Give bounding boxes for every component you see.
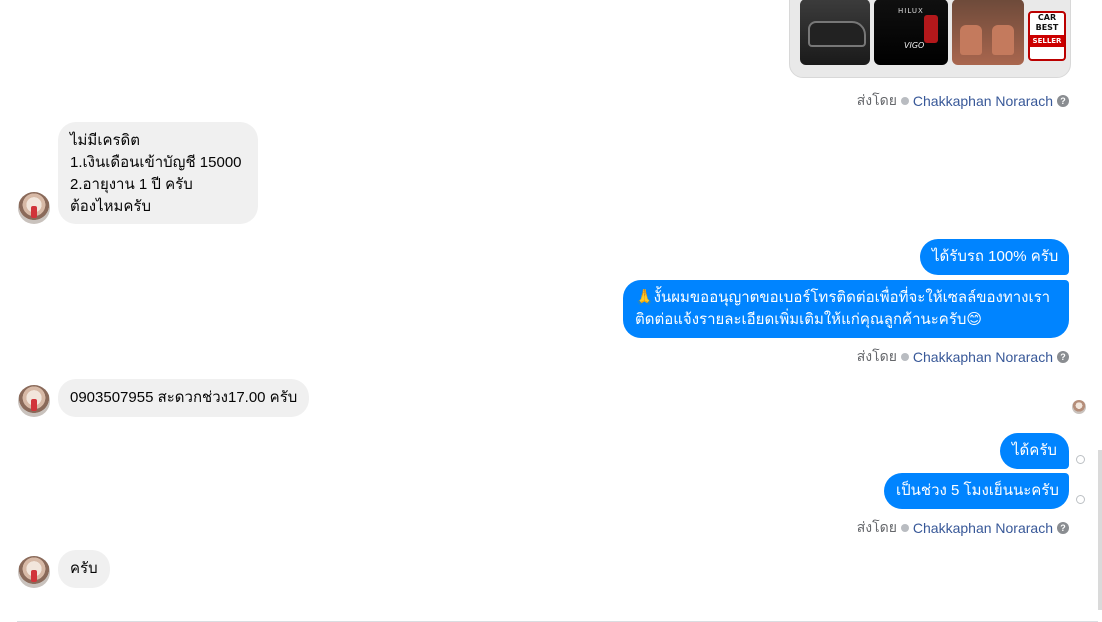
- car-photo-rear: HILUX VIGO: [874, 0, 948, 65]
- sender-name-link[interactable]: Chakkaphan Norarach: [913, 93, 1053, 109]
- model-name: VIGO: [904, 41, 925, 50]
- seen-avatar: [1072, 400, 1086, 414]
- sent-by-label: ส่งโดย: [856, 519, 897, 535]
- sent-by-line: ส่งโดย Chakkaphan Norarach ?: [857, 346, 1069, 368]
- verified-icon: [900, 524, 909, 532]
- seat-icon: [992, 25, 1014, 55]
- message-text: 0903507955 สะดวกช่วง17.00 ครับ: [70, 389, 298, 406]
- message-line: ติดต่อแจ้งรายละเอียดเพิ่มเติมให้แก่คุณลู…: [635, 311, 983, 328]
- sent-message: ได้ครับ: [1000, 433, 1069, 469]
- avatar[interactable]: [18, 192, 50, 224]
- sender-name-link[interactable]: Chakkaphan Norarach: [913, 349, 1053, 365]
- car-image-attachment[interactable]: HILUX VIGO CAR BEST SELLER: [789, 0, 1071, 78]
- delivered-icon: [1076, 455, 1085, 464]
- received-message: ไม่มีเครดิต 1.เงินเดือนเข้าบัญชี 15000 2…: [58, 122, 258, 224]
- sender-name-link[interactable]: Chakkaphan Norarach: [913, 520, 1053, 536]
- badge-line: CAR: [1037, 13, 1057, 22]
- message-text: ครับ: [70, 560, 98, 577]
- verified-icon: [900, 97, 909, 105]
- sent-message: เป็นช่วง 5 โมงเย็นนะครับ: [884, 473, 1069, 509]
- message-line: 1.เงินเดือนเข้าบัญชี 15000: [70, 154, 242, 171]
- scrollbar[interactable]: [1098, 450, 1102, 610]
- seat-icon: [960, 25, 982, 55]
- model-badge: HILUX: [898, 7, 924, 15]
- best-seller-badge: CAR BEST SELLER: [1028, 11, 1066, 61]
- message-text: เป็นช่วง 5 โมงเย็นนะครับ: [896, 482, 1059, 499]
- avatar[interactable]: [18, 556, 50, 588]
- message-text: ได้ครับ: [1012, 442, 1057, 459]
- received-message: ครับ: [58, 550, 110, 588]
- message-line: ต้องไหมครับ: [70, 198, 152, 215]
- avatar[interactable]: [18, 385, 50, 417]
- sent-by-label: ส่งโดย: [856, 92, 897, 108]
- help-icon[interactable]: ?: [1057, 351, 1069, 363]
- badge-line: SELLER: [1030, 35, 1064, 47]
- tail-light-icon: [924, 15, 938, 43]
- badge-line: BEST: [1035, 23, 1059, 32]
- delivered-icon: [1076, 495, 1085, 504]
- message-line: 2.อายุงาน 1 ปี ครับ: [70, 176, 193, 193]
- message-text: ได้รับรถ 100% ครับ: [932, 248, 1059, 265]
- message-line: 🙏งั้นผมขออนุญาตขอเบอร์โทรติดต่อเพื่อที่จ…: [635, 289, 1051, 306]
- sent-by-line: ส่งโดย Chakkaphan Norarach ?: [857, 90, 1069, 112]
- sent-message: ได้รับรถ 100% ครับ: [920, 239, 1069, 275]
- message-line: ไม่มีเครดิต: [70, 132, 141, 149]
- messenger-conversation: HILUX VIGO CAR BEST SELLER ส่งโดย Chakka…: [0, 0, 1102, 622]
- sent-message: 🙏งั้นผมขออนุญาตขอเบอร์โทรติดต่อเพื่อที่จ…: [623, 280, 1069, 338]
- car-photo-interior: [952, 0, 1024, 65]
- car-photo-front: [800, 0, 870, 65]
- verified-icon: [900, 353, 909, 361]
- sent-by-line: ส่งโดย Chakkaphan Norarach ?: [857, 517, 1069, 539]
- pickup-truck-icon: [808, 21, 866, 47]
- sent-by-label: ส่งโดย: [856, 348, 897, 364]
- help-icon[interactable]: ?: [1057, 522, 1069, 534]
- received-message: 0903507955 สะดวกช่วง17.00 ครับ: [58, 379, 310, 417]
- help-icon[interactable]: ?: [1057, 95, 1069, 107]
